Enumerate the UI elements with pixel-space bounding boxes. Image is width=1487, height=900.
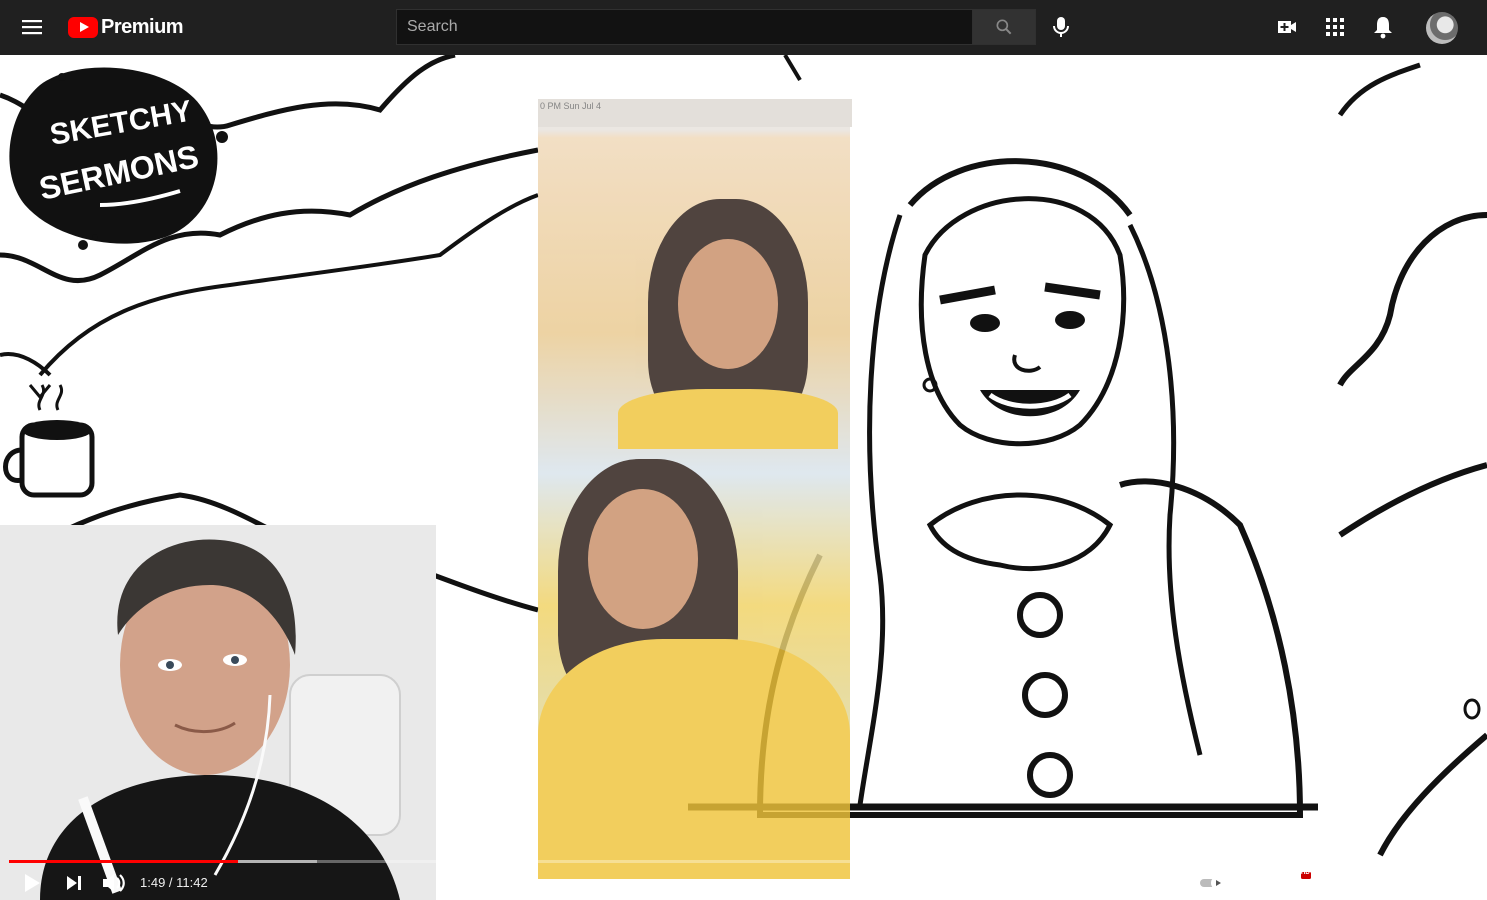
brand-label: Premium (101, 15, 184, 38)
create-video-button[interactable] (1272, 12, 1302, 42)
duration: 11:42 (176, 875, 208, 890)
progress-played (9, 860, 239, 863)
search-button[interactable] (972, 9, 1036, 45)
time-separator: / (165, 875, 177, 890)
current-time: 1:49 (140, 875, 166, 890)
bell-icon (1374, 17, 1392, 39)
autoplay-toggle-icon (1200, 876, 1225, 890)
phone-status-bar: 0 PM Sun Jul 4 (538, 99, 852, 127)
next-button[interactable] (60, 871, 88, 895)
hd-badge: HD (1301, 870, 1310, 876)
airplay-icon (1406, 874, 1430, 892)
search-bar (396, 9, 1036, 45)
apps-button[interactable] (1320, 12, 1350, 42)
search-input[interactable] (396, 9, 972, 45)
search-icon (996, 19, 1012, 35)
autoplay-toggle[interactable] (1198, 871, 1230, 895)
apps-grid-icon (1326, 18, 1344, 36)
presenter-webcam (0, 525, 436, 900)
masthead: Premium (0, 0, 1487, 55)
settings-button[interactable]: HD (1285, 870, 1313, 895)
progress-bar[interactable] (9, 860, 1478, 863)
fullscreen-button[interactable] (1444, 871, 1472, 895)
svg-text:CC: CC (1251, 880, 1263, 889)
captions-button[interactable]: CC (1244, 871, 1272, 895)
cast-button[interactable] (1404, 871, 1432, 895)
video-player[interactable]: SKETCHY SERMONS 0 PM Sun Jul 4 1:49 / 11… (0, 55, 1487, 900)
coffee-mug-doodle (3, 384, 95, 498)
account-avatar[interactable] (1426, 12, 1458, 44)
play-button[interactable] (18, 871, 46, 895)
player-controls: 1:49 / 11:42 CC HD (0, 855, 1487, 900)
create-video-icon (1278, 21, 1296, 33)
play-icon (25, 874, 40, 892)
time-display: 1:49 / 11:42 (140, 875, 208, 890)
notifications-button[interactable] (1368, 12, 1398, 42)
theater-mode-icon (1366, 877, 1390, 889)
fullscreen-icon (1447, 872, 1469, 894)
voice-search-button[interactable] (1046, 12, 1076, 42)
miniplayer-button[interactable] (1324, 871, 1352, 895)
miniplayer-icon (1326, 874, 1350, 892)
microphone-icon (1053, 17, 1069, 37)
youtube-premium-logo[interactable]: Premium (68, 14, 184, 40)
closed-captions-icon: CC (1247, 875, 1269, 891)
youtube-play-logo-icon (68, 16, 98, 38)
phone-photo-reference: 0 PM Sun Jul 4 (538, 99, 852, 879)
mute-button[interactable] (100, 871, 128, 895)
skip-next-icon (67, 876, 81, 890)
theater-mode-button[interactable] (1364, 871, 1392, 895)
volume-icon (103, 874, 125, 892)
hamburger-menu-icon[interactable] (20, 16, 46, 38)
